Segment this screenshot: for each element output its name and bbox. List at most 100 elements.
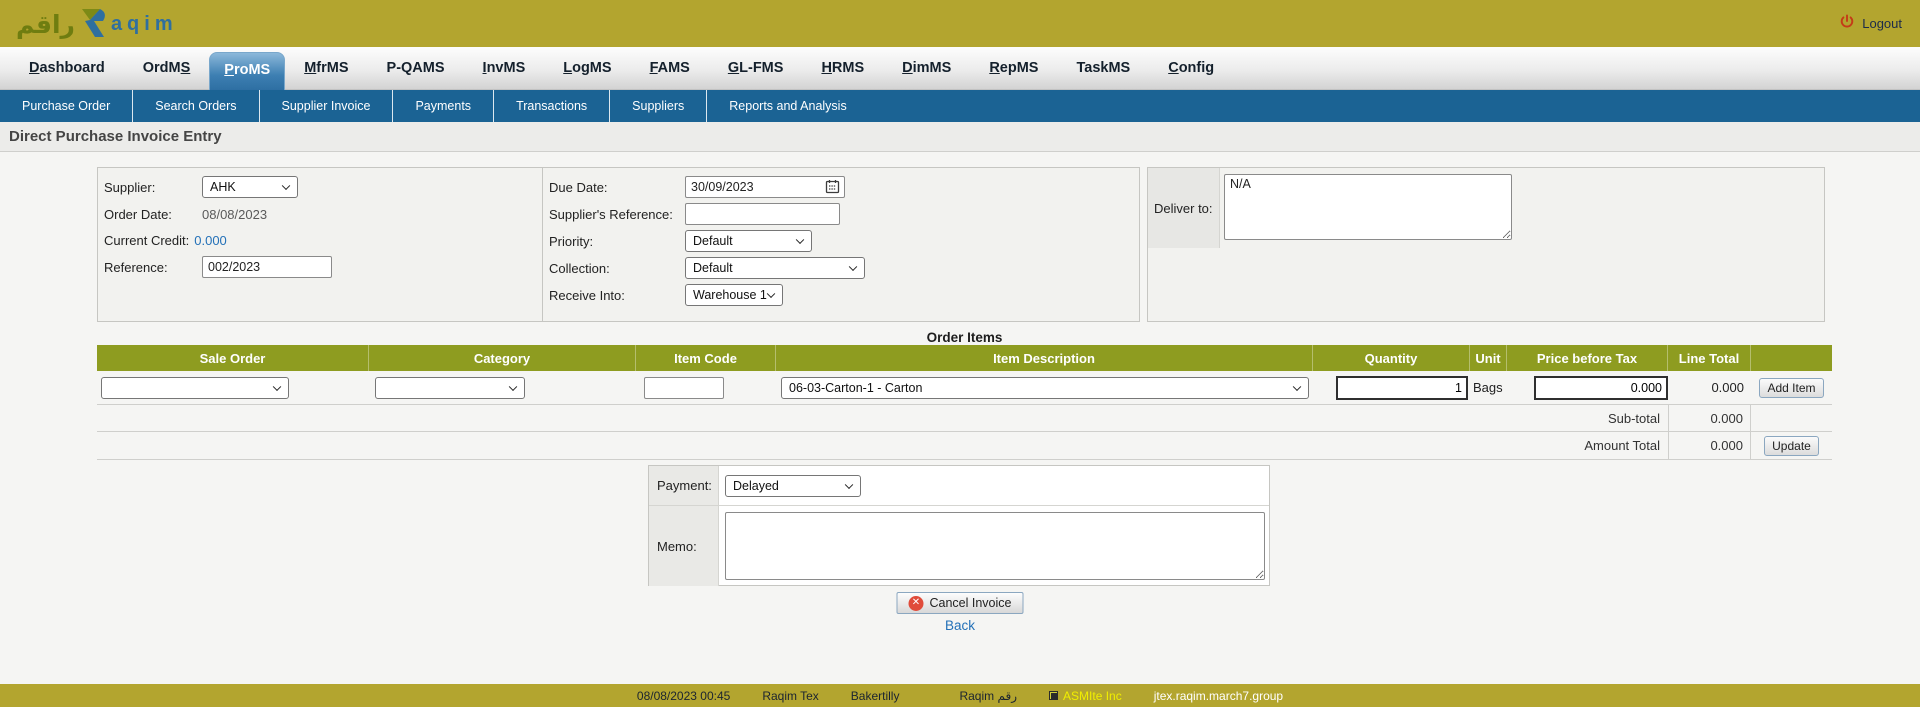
footer-timestamp: 08/08/2023 00:45: [637, 689, 730, 703]
footer-domain: jtex.raqim.march7.group: [1154, 689, 1283, 703]
chevron-down-icon: [282, 182, 290, 190]
suppliers-reference-input[interactable]: [685, 203, 840, 225]
deliver-to-textarea[interactable]: N/A: [1224, 174, 1512, 240]
nav-item-repms[interactable]: RepMS: [970, 47, 1057, 89]
quantity-input[interactable]: [1336, 376, 1468, 400]
collection-select[interactable]: Default: [685, 257, 865, 279]
col-header-actions: [1751, 345, 1832, 371]
col-header-price-before-tax: Price before Tax: [1507, 345, 1668, 371]
due-date-label: Due Date:: [549, 180, 685, 195]
priority-select[interactable]: Default: [685, 230, 812, 252]
back-link[interactable]: Back: [945, 618, 975, 633]
memo-label: Memo:: [657, 539, 697, 554]
logout-button[interactable]: Logout: [1839, 14, 1902, 33]
chevron-down-icon: [849, 263, 857, 271]
deliver-to-label-cell: Deliver to:: [1148, 168, 1220, 248]
category-select[interactable]: [375, 377, 525, 399]
item-row-cell-item-code: [636, 371, 776, 405]
memo-row: Memo:: [649, 506, 1269, 586]
line-total-value: 0.000: [1711, 380, 1744, 395]
nav-item-hrms[interactable]: HRMS: [802, 47, 883, 89]
footer-vendor-label: ASMIte Inc: [1063, 689, 1122, 703]
nav-item-mfrms[interactable]: MfrMS: [285, 47, 367, 89]
collection-label: Collection:: [549, 261, 685, 276]
subnav-item-reports-analysis[interactable]: Reports and Analysis: [706, 90, 868, 122]
page-title: Direct Purchase Invoice Entry: [0, 122, 1920, 151]
amount-total-label: Amount Total: [97, 432, 1668, 460]
nav-item-glfms[interactable]: GL-FMS: [709, 47, 803, 89]
main-nav: Dashboard OrdMS ProMS MfrMS P-QAMS InvMS…: [0, 47, 1920, 90]
footer-company: Raqim Tex: [762, 689, 818, 703]
col-header-quantity: Quantity: [1313, 345, 1470, 371]
logo-latin-text: aqim: [111, 13, 178, 36]
item-row-cell-quantity: [1313, 371, 1470, 405]
nav-item-fams[interactable]: FAMS: [631, 47, 709, 89]
footer-partner: Bakertilly: [851, 689, 900, 703]
chevron-down-icon: [796, 236, 804, 244]
payment-label: Payment:: [657, 478, 712, 493]
nav-item-pqams[interactable]: P-QAMS: [368, 47, 464, 89]
receive-into-select[interactable]: Warehouse 1: [685, 284, 783, 306]
subnav-item-search-orders[interactable]: Search Orders: [132, 90, 258, 122]
col-header-category: Category: [369, 345, 636, 371]
subnav-item-purchase-order[interactable]: Purchase Order: [0, 90, 132, 122]
payment-select[interactable]: Delayed: [725, 475, 861, 497]
proms-subnav: Purchase Order Search Orders Supplier In…: [0, 90, 1920, 122]
deliver-to-box: Deliver to: N/A: [1147, 167, 1825, 322]
add-item-button[interactable]: Add Item: [1759, 378, 1823, 398]
supplier-label: Supplier:: [104, 180, 202, 195]
top-bar: راقم aqim Logout: [0, 0, 1920, 47]
calendar-icon[interactable]: [825, 179, 840, 197]
nav-item-ordms[interactable]: OrdMS: [124, 47, 210, 89]
nav-item-taskms[interactable]: TaskMS: [1057, 47, 1149, 89]
update-button[interactable]: Update: [1764, 436, 1819, 456]
cancel-invoice-label: Cancel Invoice: [930, 596, 1012, 610]
receive-into-label: Receive Into:: [549, 288, 685, 303]
order-date-value: 08/08/2023: [202, 207, 267, 222]
nav-item-dashboard[interactable]: Dashboard: [10, 47, 124, 89]
raqim-logo: راقم aqim: [16, 7, 178, 42]
memo-label-cell: Memo:: [649, 506, 719, 586]
col-header-sale-order: Sale Order: [97, 345, 369, 371]
nav-item-proms[interactable]: ProMS: [209, 52, 285, 90]
memo-textarea[interactable]: [725, 512, 1265, 580]
payment-memo-box: Payment: Delayed Memo:: [648, 465, 1270, 586]
nav-item-invms[interactable]: InvMS: [464, 47, 545, 89]
priority-label: Priority:: [549, 234, 685, 249]
logo-arabic-text: راقم: [16, 10, 75, 40]
order-date-label: Order Date:: [104, 207, 202, 222]
col-header-item-description: Item Description: [776, 345, 1313, 371]
suppliers-reference-label: Supplier's Reference:: [549, 207, 685, 222]
item-row-cell-category: [369, 371, 636, 405]
cancel-invoice-button[interactable]: ✕ Cancel Invoice: [897, 592, 1024, 614]
due-date-input[interactable]: [685, 176, 845, 198]
chevron-down-icon: [767, 290, 775, 298]
item-row-cell-action: Add Item: [1751, 371, 1832, 405]
item-row-cell-sale-order: [97, 371, 369, 405]
supplier-select[interactable]: AHK: [202, 176, 298, 198]
nav-item-logms[interactable]: LogMS: [544, 47, 630, 89]
item-description-select[interactable]: 06-03-Carton-1 - Carton: [781, 377, 1309, 399]
footer-vendor: ASMIte Inc: [1049, 689, 1122, 703]
subnav-item-payments[interactable]: Payments: [392, 90, 493, 122]
title-bar: Direct Purchase Invoice Entry: [0, 122, 1920, 152]
sale-order-select[interactable]: [101, 377, 289, 399]
subnav-item-supplier-invoice[interactable]: Supplier Invoice: [259, 90, 393, 122]
direct-purchase-invoice-page: راقم aqim Logout Dashboard OrdMS ProMS: [0, 0, 1920, 712]
order-items-table: Sale Order Category Item Code Item Descr…: [97, 345, 1832, 460]
amount-total-action-cell: Update: [1751, 432, 1832, 460]
item-row-cell-line-total: 0.000: [1668, 371, 1751, 405]
order-items-title: Order Items: [97, 330, 1832, 345]
reference-input[interactable]: [202, 256, 332, 278]
reference-label: Reference:: [104, 260, 202, 275]
nav-item-config[interactable]: Config: [1149, 47, 1233, 89]
col-header-item-code: Item Code: [636, 345, 776, 371]
subnav-item-suppliers[interactable]: Suppliers: [609, 90, 706, 122]
nav-item-dimms[interactable]: DimMS: [883, 47, 970, 89]
price-before-tax-input[interactable]: [1534, 376, 1668, 400]
content-area: Supplier: AHK Order Date: 08/08/2023 Cur…: [0, 152, 1920, 684]
subnav-item-transactions[interactable]: Transactions: [493, 90, 609, 122]
subtotal-value: 0.000: [1668, 405, 1751, 432]
col-header-unit: Unit: [1470, 345, 1507, 371]
item-code-input[interactable]: [644, 377, 724, 399]
